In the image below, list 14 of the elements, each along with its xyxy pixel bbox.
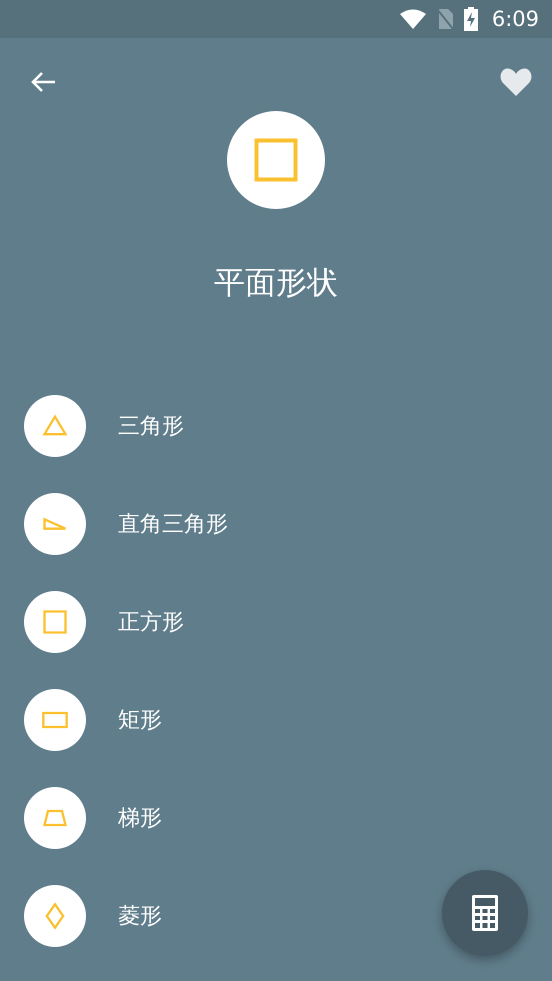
square-icon — [41, 608, 69, 636]
shape-label[interactable]: 梯形 — [118, 803, 162, 833]
status-time: 6:09 — [492, 7, 539, 31]
shape-label[interactable]: 直角三角形 — [118, 509, 228, 539]
battery-charging-icon — [464, 7, 478, 31]
page-title: 平面形状 — [214, 264, 338, 303]
back-arrow-icon[interactable] — [29, 70, 57, 94]
shape-label[interactable]: 矩形 — [118, 705, 162, 735]
shape-label[interactable]: 正方形 — [118, 607, 184, 637]
calculator-icon — [472, 895, 498, 931]
shape-label[interactable]: 菱形 — [118, 901, 162, 931]
shape-label[interactable]: 三角形 — [118, 411, 184, 441]
wifi-icon — [400, 9, 426, 29]
heart-icon[interactable] — [500, 68, 532, 96]
